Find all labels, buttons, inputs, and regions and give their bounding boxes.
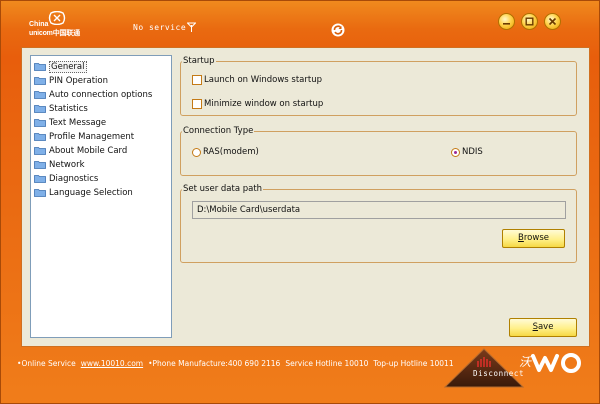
network-status-text: No service [133,23,187,32]
online-service-link[interactable]: www.10010.com [81,359,143,368]
app-window: China unicom中国联通 No service General PIN … [0,0,600,404]
wo-brand-logo: 沃 [519,353,581,373]
tree-item-auto-connection[interactable]: Auto connection options [34,88,152,101]
folder-icon [34,147,46,155]
ndis-label: NDIS [462,147,483,157]
startup-group: Startup Launch on Windows startup Minimi… [180,56,577,116]
folder-icon [34,63,46,71]
launch-on-startup-checkbox[interactable]: Launch on Windows startup [192,75,322,85]
maximize-button[interactable] [521,13,538,30]
folder-icon [34,77,46,85]
phone-manufacture-text: Phone Manufacture:400 690 2116 [152,359,281,368]
tree-item-label: Diagnostics [49,173,99,184]
folder-icon [34,175,46,183]
minimize-on-startup-label: Minimize window on startup [204,99,324,109]
connection-type-group-title: Connection Type [182,126,255,136]
signal-icon [187,22,196,32]
tree-item-language-selection[interactable]: Language Selection [34,186,133,199]
tree-item-label: Text Message [49,117,107,128]
online-service-label: Online Service [21,359,76,368]
browse-label: rowse [523,233,549,243]
tree-item-general[interactable]: General [34,60,87,73]
tree-item-label: General [49,60,87,73]
logo-line-1: China [29,21,49,28]
folder-icon [34,91,46,99]
user-data-path-group-title: Set user data path [182,184,264,194]
maximize-icon [525,17,534,26]
tree-item-text-message[interactable]: Text Message [34,116,106,129]
ndis-radio[interactable]: NDIS [451,147,483,157]
refresh-icon[interactable] [331,23,345,37]
tree-item-about-mobile-card[interactable]: About Mobile Card [34,144,127,157]
close-icon [548,17,557,26]
tree-item-profile-management[interactable]: Profile Management [34,130,134,143]
unicom-logo: China unicom中国联通 [27,11,87,39]
folder-icon [34,119,46,127]
tree-item-label: Profile Management [49,131,135,142]
tree-item-statistics[interactable]: Statistics [34,102,88,115]
ras-modem-label: RAS(modem) [203,147,259,157]
ras-modem-radio[interactable]: RAS(modem) [192,147,259,157]
tree-item-pin-operation[interactable]: PIN Operation [34,74,108,87]
tree-item-label: About Mobile Card [49,145,128,156]
close-button[interactable] [544,13,561,30]
unicom-knot-icon [48,11,66,25]
browse-button[interactable]: Browse [502,229,565,248]
logo-line-2: unicom中国联通 [29,30,80,37]
checkbox-box[interactable] [192,99,202,109]
tree-item-network[interactable]: Network [34,158,85,171]
minimize-on-startup-checkbox[interactable]: Minimize window on startup [192,99,323,109]
settings-panel: General PIN Operation Auto connection op… [21,47,590,347]
startup-group-title: Startup [182,56,216,66]
save-label: ave [537,322,554,332]
folder-icon [34,189,46,197]
tree-item-label: Language Selection [49,187,133,198]
settings-tree: General PIN Operation Auto connection op… [30,55,172,338]
save-button[interactable]: Save [509,318,577,337]
launch-on-startup-label: Launch on Windows startup [204,75,322,85]
tree-item-label: Auto connection options [49,89,153,100]
connection-type-group: Connection Type RAS(modem) NDIS [180,126,577,176]
folder-icon [34,133,46,141]
radio-circle[interactable] [451,147,460,157]
disconnect-button[interactable]: Disconnect [443,347,525,393]
svg-text:沃: 沃 [519,355,533,369]
tree-item-diagnostics[interactable]: Diagnostics [34,172,98,185]
folder-icon [34,161,46,169]
service-hotline-text: Service Hotline 10010 [285,359,369,368]
user-data-path-field[interactable]: D:\Mobile Card\userdata [192,201,566,219]
tree-item-label: PIN Operation [49,75,108,86]
minimize-icon [503,23,510,25]
user-data-path-group: Set user data path D:\Mobile Card\userda… [180,184,577,263]
tree-item-label: Statistics [49,103,88,114]
radio-circle[interactable] [192,147,201,157]
folder-icon [34,105,46,113]
topup-hotline-text: Top-up Hotline 10011 [373,359,454,368]
tree-item-label: Network [49,159,85,170]
minimize-button[interactable] [498,13,515,30]
footer-info: • Online Service www.10010.com • Phone M… [17,359,454,368]
checkbox-box[interactable] [192,75,202,85]
